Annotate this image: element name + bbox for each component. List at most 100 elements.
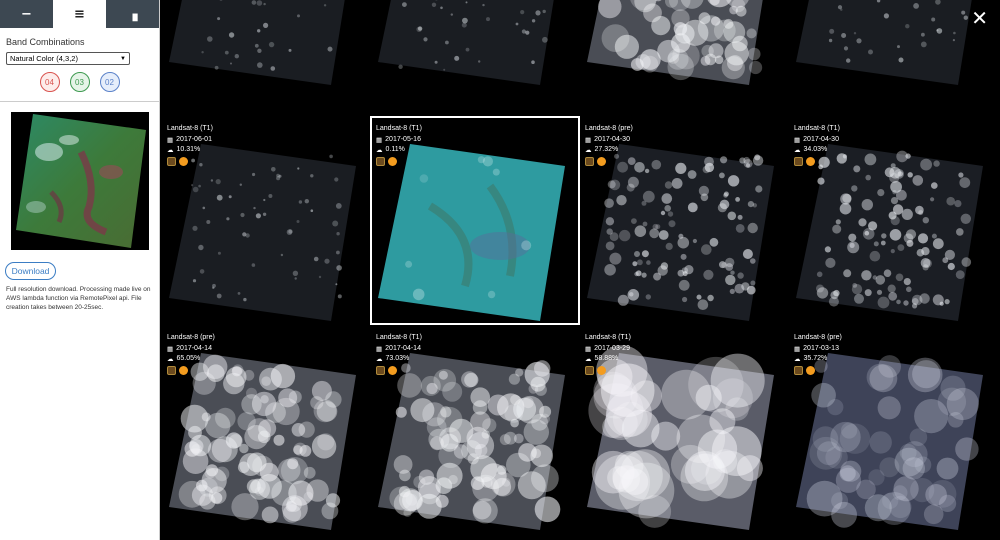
- scene-date: 2017-04-30: [594, 135, 630, 143]
- grid-icon: ▗: [127, 6, 138, 22]
- scene-date: 2017-05-16: [385, 135, 421, 143]
- sidebar-divider: [0, 101, 159, 102]
- aws-icon[interactable]: [388, 156, 397, 166]
- cloud-icon: ☁: [167, 355, 174, 363]
- scene-info: Landsat-8 (T1) ▦ 2017-06-01 ☁ 10.31%: [167, 124, 213, 166]
- scene-cloud-cover: 0.11%: [385, 146, 405, 153]
- scene-cloud-cover: 58.88%: [594, 355, 619, 362]
- sidebar-tabs: − ≡ ▗: [0, 0, 159, 28]
- preview-image: [16, 114, 146, 248]
- scene-cloud-cover: 34.03%: [803, 146, 828, 153]
- remotepixel-icon[interactable]: [167, 365, 176, 375]
- scene-thumbnail: [378, 0, 554, 85]
- scene-cloud-cover: 35.72%: [803, 355, 828, 362]
- tab-grid[interactable]: ▗: [106, 0, 159, 28]
- scene-date: 2017-03-29: [594, 344, 630, 352]
- scene-info: Landsat-8 (T1) ▦ 2017-04-14 ☁ 73.03%: [376, 333, 422, 375]
- scene-tile[interactable]: Landsat-8 (pre) ▦ 2017-04-30 ☁ 27.32%: [579, 116, 789, 325]
- scene-satellite: Landsat-8 (T1): [167, 125, 213, 132]
- scene-grid: Landsat-8 (T1) ▦ 2017-06-01 ☁ 10.31% Landsat-…: [161, 0, 1000, 540]
- scene-tile[interactable]: Landsat-8 (T1) ▦ 2017-06-01 ☁ 10.31%: [161, 116, 371, 325]
- calendar-icon: ▦: [585, 135, 592, 144]
- calendar-icon: ▦: [167, 135, 174, 144]
- scene-info: Landsat-8 (pre) ▦ 2017-04-30 ☁ 27.32%: [585, 124, 633, 166]
- scene-satellite: Landsat-8 (T1): [376, 125, 422, 132]
- aws-icon[interactable]: [388, 365, 397, 375]
- cloud-icon: ☁: [376, 146, 383, 154]
- download-note: Full resolution download. Processing mad…: [6, 286, 151, 311]
- band-select-value: Natural Color (4,3,2): [10, 54, 78, 63]
- scene-satellite: Landsat-8 (pre): [585, 125, 633, 132]
- cloud-icon: ☁: [585, 355, 592, 363]
- remotepixel-icon[interactable]: [376, 156, 385, 166]
- cloud-icon: ☁: [376, 355, 383, 363]
- scene-info: Landsat-8 (pre) ▦ 2017-04-14 ☁ 65.05%: [167, 333, 215, 375]
- cloud-icon: ☁: [794, 355, 801, 363]
- scene-date: 2017-04-14: [176, 344, 212, 352]
- calendar-icon: ▦: [376, 135, 383, 144]
- cloud-icon: ☁: [585, 146, 592, 154]
- scene-tile[interactable]: Landsat-8 (pre) ▦ 2017-03-13 ☁ 35.72%: [788, 325, 998, 534]
- scene-satellite: Landsat-8 (pre): [794, 334, 842, 341]
- cloud-icon: ☁: [794, 146, 801, 154]
- cloud-icon: ☁: [167, 146, 174, 154]
- tab-minus[interactable]: −: [0, 0, 53, 28]
- scene-tile[interactable]: [161, 0, 371, 89]
- scene-tile[interactable]: [788, 0, 998, 89]
- tab-menu[interactable]: ≡: [53, 0, 106, 28]
- scene-satellite: Landsat-8 (T1): [376, 334, 422, 341]
- calendar-icon: ▦: [794, 344, 801, 353]
- band-combinations-title: Band Combinations: [6, 37, 85, 47]
- scene-thumbnail: [169, 0, 345, 85]
- scene-cloud-cover: 27.32%: [594, 146, 619, 153]
- remotepixel-icon[interactable]: [376, 365, 385, 375]
- scene-tile[interactable]: [579, 0, 789, 89]
- band-blue-indicator: 02: [99, 72, 120, 92]
- close-icon[interactable]: ✕: [971, 6, 988, 30]
- download-button[interactable]: Download: [5, 262, 56, 280]
- calendar-icon: ▦: [585, 344, 592, 353]
- aws-icon[interactable]: [597, 365, 606, 375]
- scene-date: 2017-03-13: [803, 344, 839, 352]
- scene-tile[interactable]: Landsat-8 (T1) ▦ 2017-03-29 ☁ 58.88%: [579, 325, 789, 534]
- scene-preview: [11, 112, 149, 250]
- band-circles: 04 03 02: [0, 72, 159, 92]
- scene-satellite: Landsat-8 (T1): [585, 334, 631, 341]
- scene-cloud-cover: 65.05%: [176, 355, 201, 362]
- remotepixel-icon[interactable]: [585, 156, 594, 166]
- remotepixel-icon[interactable]: [794, 365, 803, 375]
- scene-tile[interactable]: Landsat-8 (pre) ▦ 2017-04-14 ☁ 65.05%: [161, 325, 371, 534]
- band-red-indicator: 04: [39, 72, 60, 92]
- scene-satellite: Landsat-8 (pre): [167, 334, 215, 341]
- scene-cloud-cover: 10.31%: [176, 146, 201, 153]
- scene-tile[interactable]: Landsat-8 (T1) ▦ 2017-05-16 ☁ 0.11%: [370, 116, 580, 325]
- band-combination-select[interactable]: Natural Color (4,3,2) ▼: [6, 52, 130, 65]
- scene-tile[interactable]: Landsat-8 (T1) ▦ 2017-04-30 ☁ 34.03%: [788, 116, 998, 325]
- scene-info: Landsat-8 (T1) ▦ 2017-04-30 ☁ 34.03%: [794, 124, 840, 166]
- calendar-icon: ▦: [376, 344, 383, 353]
- scene-tile[interactable]: [370, 0, 580, 89]
- aws-icon[interactable]: [179, 156, 188, 166]
- calendar-icon: ▦: [167, 344, 174, 353]
- scene-date: 2017-06-01: [176, 135, 212, 143]
- aws-icon[interactable]: [597, 156, 606, 166]
- scene-date: 2017-04-14: [385, 344, 421, 352]
- calendar-icon: ▦: [794, 135, 801, 144]
- scene-date: 2017-04-30: [803, 135, 839, 143]
- scene-info: Landsat-8 (pre) ▦ 2017-03-13 ☁ 35.72%: [794, 333, 842, 375]
- scene-tile[interactable]: Landsat-8 (T1) ▦ 2017-04-14 ☁ 73.03%: [370, 325, 580, 534]
- band-green-indicator: 03: [69, 72, 90, 92]
- aws-icon[interactable]: [806, 156, 815, 166]
- scene-info: Landsat-8 (T1) ▦ 2017-03-29 ☁ 58.88%: [585, 333, 631, 375]
- remotepixel-icon[interactable]: [167, 156, 176, 166]
- scene-thumbnail: [587, 0, 763, 85]
- scene-cloud-cover: 73.03%: [385, 355, 410, 362]
- sidebar: − ≡ ▗ Band Combinations Natural Color (4…: [0, 0, 160, 540]
- remotepixel-icon[interactable]: [794, 156, 803, 166]
- aws-icon[interactable]: [179, 365, 188, 375]
- aws-icon[interactable]: [806, 365, 815, 375]
- scene-thumbnail: [796, 0, 972, 85]
- remotepixel-icon[interactable]: [585, 365, 594, 375]
- scene-info: Landsat-8 (T1) ▦ 2017-05-16 ☁ 0.11%: [376, 124, 422, 166]
- minus-icon: −: [21, 6, 32, 22]
